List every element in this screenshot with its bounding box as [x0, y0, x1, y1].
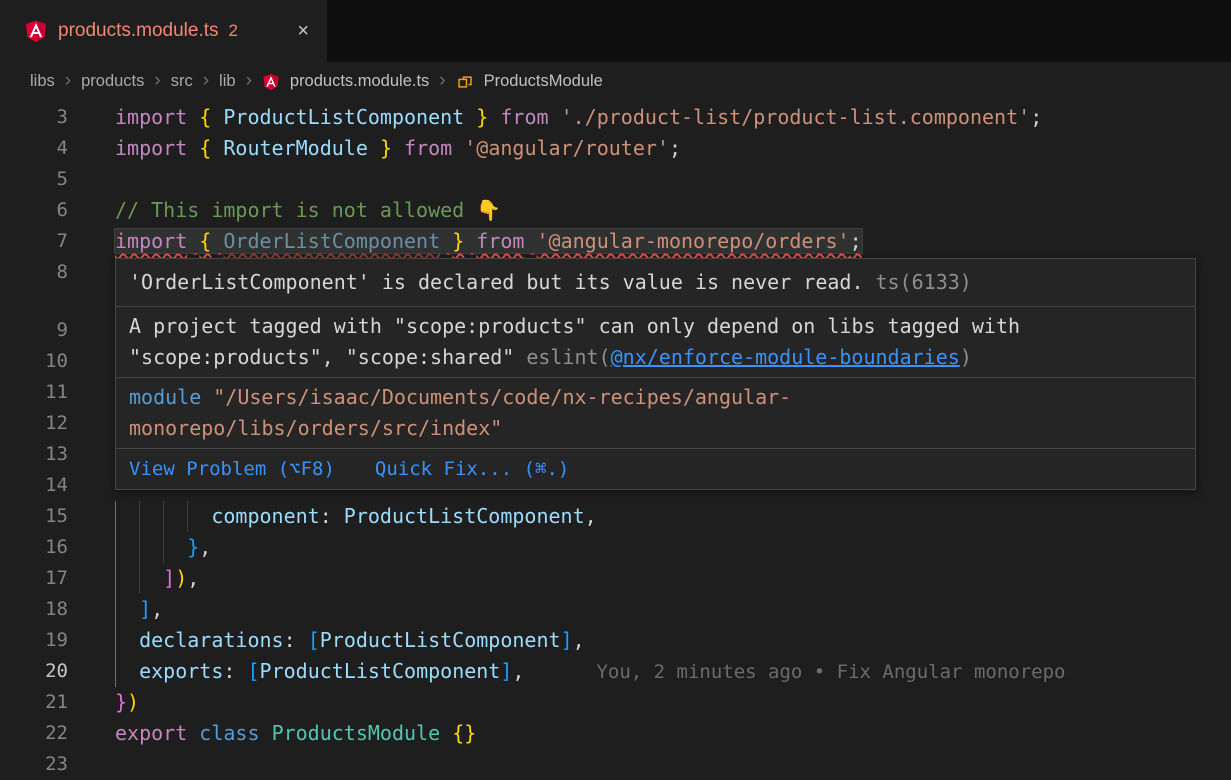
code-line[interactable]: 6 // This import is not allowed 👇 [0, 195, 1231, 226]
line-number: 10 [0, 346, 68, 377]
code-line[interactable]: 5 [0, 164, 1231, 195]
line-number: 5 [0, 164, 68, 195]
eslint-source-suffix: ) [960, 345, 972, 369]
class-symbol-icon [456, 72, 474, 90]
line-number: 3 [0, 102, 68, 133]
breadcrumb-item-lib[interactable]: lib [219, 72, 236, 91]
line-number: 6 [0, 195, 68, 226]
breadcrumb-item-src[interactable]: src [171, 72, 193, 91]
eslint-rule-link[interactable]: @nx/enforce-module-boundaries [611, 345, 960, 369]
code-line[interactable]: 20 exports: [ProductListComponent],You, … [0, 656, 1231, 687]
code-line[interactable]: 22 export class ProductsModule {} [0, 718, 1231, 749]
chevron-right-icon: › [439, 71, 445, 90]
code-line[interactable]: 23 [0, 749, 1231, 780]
tab-problem-count: 2 [229, 21, 238, 41]
code-line[interactable]: 18 ], [0, 594, 1231, 625]
code-text: }) [115, 687, 1231, 718]
code-text: declarations: [ProductListComponent], [115, 625, 1231, 656]
angular-icon [24, 19, 48, 43]
hover-row-module-path: module "/Users/isaac/Documents/code/nx-re… [116, 378, 1195, 449]
line-number: 13 [0, 439, 68, 470]
quick-fix-action[interactable]: Quick Fix... (⌘.) [375, 454, 569, 484]
code-text [115, 164, 1231, 195]
breadcrumb: libs › products › src › lib › products.m… [0, 62, 1231, 100]
module-path-line1: "/Users/isaac/Documents/code/nx-recipes/… [213, 385, 791, 409]
module-keyword: module [129, 385, 201, 409]
ts-error-source: ts(6133) [876, 270, 972, 294]
code-text: component: ProductListComponent, [115, 501, 1231, 532]
hover-actions: View Problem (⌥F8) Quick Fix... (⌘.) [116, 449, 1195, 489]
view-problem-action[interactable]: View Problem (⌥F8) [129, 454, 335, 484]
line-number: 23 [0, 749, 68, 780]
code-text: export class ProductsModule {} [115, 718, 1231, 749]
line-number: 22 [0, 718, 68, 749]
breadcrumb-item-symbol[interactable]: ProductsModule [484, 72, 603, 91]
line-number: 12 [0, 408, 68, 439]
code-line[interactable]: 17 ]), [0, 563, 1231, 594]
code-text: import { ProductListComponent } from './… [115, 102, 1231, 133]
line-number: 11 [0, 377, 68, 408]
close-icon[interactable]: × [297, 21, 309, 41]
line-number: 7 [0, 226, 68, 257]
line-number: 9 [0, 315, 68, 346]
line-number: 20 [0, 656, 68, 687]
line-number: 18 [0, 594, 68, 625]
code-line[interactable]: 15 component: ProductListComponent, [0, 501, 1231, 532]
line-number: 8 [0, 257, 68, 288]
chevron-right-icon: › [154, 71, 160, 90]
code-line[interactable]: 3 import { ProductListComponent } from '.… [0, 102, 1231, 133]
hover-row-ts-error: 'OrderListComponent' is declared but its… [116, 259, 1195, 307]
chevron-right-icon: › [65, 71, 71, 90]
ts-error-message: 'OrderListComponent' is declared but its… [129, 270, 864, 294]
code-line[interactable]: 4 import { RouterModule } from '@angular/… [0, 133, 1231, 164]
code-text: import { RouterModule } from '@angular/r… [115, 133, 1231, 164]
code-text: ], [115, 594, 1231, 625]
eslint-message-line2: "scope:products", "scope:shared" [129, 345, 514, 369]
line-number: 17 [0, 563, 68, 594]
line-number: 14 [0, 470, 68, 501]
chevron-right-icon: › [246, 71, 252, 90]
eslint-message-line1: A project tagged with "scope:products" c… [129, 314, 1020, 338]
code-text: }, [115, 532, 1231, 563]
code-line[interactable]: 16 }, [0, 532, 1231, 563]
hover-row-eslint-error: A project tagged with "scope:products" c… [116, 307, 1195, 378]
tab-bar: products.module.ts 2 × [0, 0, 1231, 62]
breadcrumb-item-products[interactable]: products [81, 72, 144, 91]
tab-label: products.module.ts [58, 20, 219, 42]
code-text: import { OrderListComponent } from '@ang… [115, 226, 1231, 257]
code-text [115, 749, 1231, 780]
code-text: ]), [115, 563, 1231, 594]
code-line[interactable]: 19 declarations: [ProductListComponent], [0, 625, 1231, 656]
breadcrumb-item-file[interactable]: products.module.ts [290, 72, 429, 91]
code-text: exports: [ProductListComponent],You, 2 m… [115, 656, 1231, 687]
angular-icon [262, 72, 280, 90]
hover-popup: 'OrderListComponent' is declared but its… [115, 258, 1196, 490]
code-line[interactable]: 21}) [0, 687, 1231, 718]
chevron-right-icon: › [203, 71, 209, 90]
breadcrumb-item-libs[interactable]: libs [30, 72, 55, 91]
code-text: // This import is not allowed 👇 [115, 195, 1231, 226]
git-blame-annotation: You, 2 minutes ago • Fix Angular monorep… [524, 661, 1065, 683]
line-number: 19 [0, 625, 68, 656]
line-number: 21 [0, 687, 68, 718]
module-path-line2: monorepo/libs/orders/src/index" [129, 416, 502, 440]
eslint-source-prefix: eslint( [526, 345, 610, 369]
line-number: 4 [0, 133, 68, 164]
code-line[interactable]: 7 import { OrderListComponent } from '@an… [0, 226, 1231, 257]
error-squiggle-range: import { OrderListComponent } from '@ang… [115, 229, 862, 253]
line-number: 16 [0, 532, 68, 563]
line-number: 15 [0, 501, 68, 532]
tab-products-module[interactable]: products.module.ts 2 × [0, 0, 327, 62]
